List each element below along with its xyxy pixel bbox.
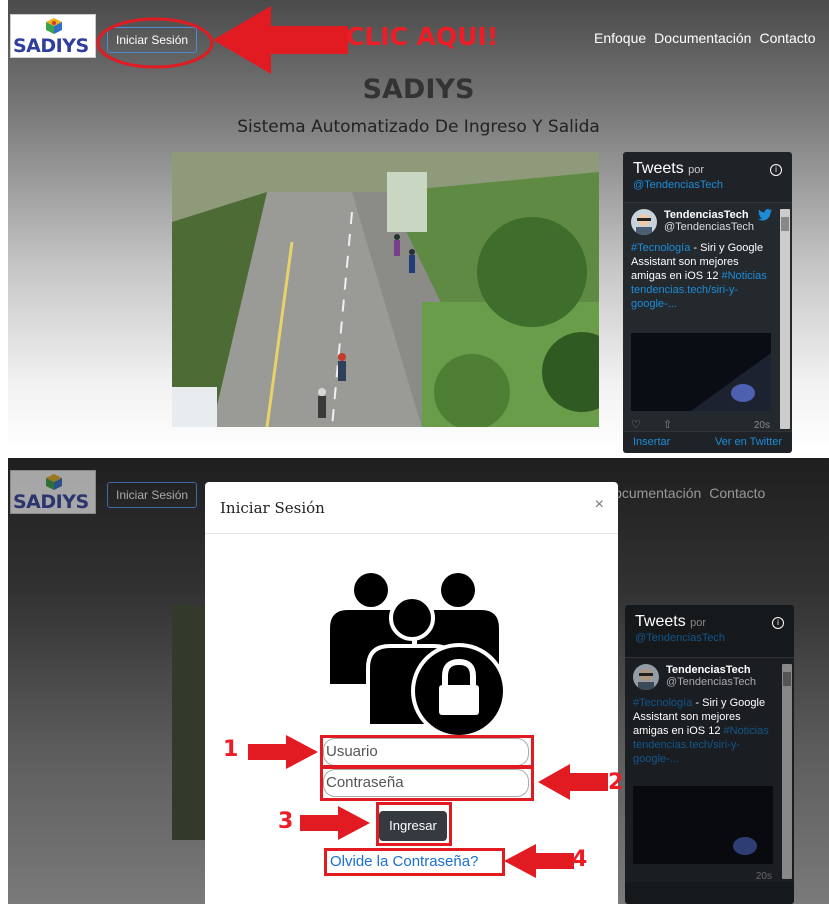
tweet-text: #Tecnología - Siri y Google Assistant so… — [631, 241, 773, 311]
tweet-scrollbar[interactable] — [780, 209, 790, 429]
tweet-card: TendenciasTech @TendenciasTech #Tecnolog… — [625, 657, 794, 882]
twitter-account-link[interactable]: @TendenciasTech — [633, 179, 782, 191]
nav-contacto[interactable]: Contacto — [759, 30, 815, 46]
twitter-title: Tweets — [633, 160, 684, 177]
phone-image — [631, 333, 771, 411]
users-lock-icon — [330, 573, 507, 738]
campus-photo — [172, 152, 599, 427]
red-arrow-left-icon — [504, 844, 574, 878]
tweet-image[interactable] — [631, 333, 771, 411]
top-nav-dimmed: Documentación Contacto — [604, 485, 765, 501]
twitter-footer: Insertar Ver en Twitter — [623, 431, 792, 453]
annotation-frame-2 — [320, 766, 534, 801]
twitter-bird-icon — [758, 209, 772, 221]
annotation-frame-3 — [376, 802, 452, 846]
nav-contacto: Contacto — [709, 485, 766, 501]
step-1-label: 1 — [223, 737, 239, 762]
tweet-user-handle[interactable]: @TendenciasTech — [664, 221, 754, 233]
screenshot-login-modal: SADIYS Iniciar Sesión Documentación Cont… — [8, 458, 829, 904]
twitter-widget: Tweets por @TendenciasTech i TendenciasT… — [623, 152, 792, 453]
tweet-user-name[interactable]: TendenciasTech — [664, 209, 749, 221]
twitter-by: por — [688, 164, 705, 176]
tweet-link: tendencias.tech/siri-y-google-... — [633, 739, 740, 765]
site-subtitle: Sistema Automatizado De Ingreso Y Salida — [237, 117, 600, 137]
site-title: SADIYS — [362, 74, 475, 105]
avatar[interactable] — [631, 209, 657, 235]
red-arrow-right-icon — [248, 735, 318, 769]
scroll-thumb[interactable] — [781, 217, 789, 231]
tweet-time: 20s — [755, 871, 772, 882]
modal-header: Iniciar Sesión × — [205, 482, 618, 534]
sadiys-logo-dimmed: SADIYS — [10, 470, 96, 514]
tweet-hashtag-2[interactable]: #Noticias — [722, 270, 767, 282]
close-icon[interactable]: × — [595, 496, 604, 514]
modal-title: Iniciar Sesión — [220, 499, 325, 517]
info-icon[interactable]: i — [770, 164, 782, 176]
nav-documentacion[interactable]: Documentación — [654, 30, 751, 46]
nav-enfoque[interactable]: Enfoque — [594, 30, 646, 46]
tweet-user-handle: @TendenciasTech — [666, 676, 757, 688]
sadiys-logo[interactable]: SADIYS — [10, 14, 96, 58]
logo-text: SADIYS — [13, 491, 89, 513]
red-arrow-left-icon — [213, 6, 348, 74]
share-icon[interactable]: ⇧ — [663, 418, 672, 431]
screenshot-before-login: SADIYS Iniciar Sesión CLIC AQUI! Enfoque… — [8, 0, 829, 453]
tweet-text: #Tecnología - Siri y Google Assistant so… — [633, 696, 775, 766]
red-arrow-left-icon — [538, 764, 608, 800]
twitter-header: Tweets por @TendenciasTech i — [623, 152, 792, 200]
red-arrow-right-icon — [300, 806, 370, 840]
annotation-circle — [96, 17, 214, 69]
scroll-thumb — [783, 672, 791, 686]
annotation-frame-4 — [324, 848, 505, 876]
step-4-label: 4 — [572, 847, 588, 872]
twitter-account-link: @TendenciasTech — [635, 632, 726, 644]
tweet-time: 20s — [753, 420, 770, 431]
cube-logo-icon — [46, 18, 62, 34]
login-modal: Iniciar Sesión × Usuario Contraseña Ingr… — [205, 482, 618, 904]
annotation-frame-1 — [320, 735, 534, 768]
tweet-link[interactable]: tendencias.tech/siri-y-google-... — [631, 283, 773, 311]
like-icon[interactable]: ♡ — [631, 418, 641, 431]
embed-link[interactable]: Insertar — [633, 436, 670, 449]
twitter-header: Tweets por @TendenciasTech i — [625, 605, 794, 653]
login-button-dimmed: Iniciar Sesión — [107, 482, 198, 508]
tweet-hashtag[interactable]: #Tecnología — [631, 242, 690, 254]
step-3-label: 3 — [278, 809, 294, 834]
tweet-hashtag-2: #Noticias — [723, 725, 769, 737]
top-nav: Enfoque Documentación Contacto — [594, 30, 816, 46]
click-here-label: CLIC AQUI! — [346, 22, 499, 51]
tweet-hashtag: #Tecnología — [633, 697, 693, 709]
avatar — [633, 664, 659, 690]
tweet-scrollbar — [782, 664, 792, 879]
step-2-label: 2 — [608, 770, 624, 795]
logo-text: SADIYS — [13, 35, 89, 57]
campus-carousel-image[interactable] — [172, 152, 599, 427]
tweet-card[interactable]: TendenciasTech @TendenciasTech #Tecnolog… — [623, 202, 792, 431]
twitter-title: Tweets — [635, 613, 686, 630]
view-on-twitter-link[interactable]: Ver en Twitter — [715, 436, 782, 449]
nav-documentacion: Documentación — [604, 485, 702, 501]
tweet-user-name: TendenciasTech — [666, 664, 751, 676]
twitter-by: por — [690, 617, 707, 629]
cube-logo-icon — [46, 474, 62, 490]
twitter-widget-dimmed: Tweets por @TendenciasTech i TendenciasT… — [625, 605, 794, 904]
info-icon: i — [772, 617, 784, 629]
tweet-image — [633, 786, 773, 864]
